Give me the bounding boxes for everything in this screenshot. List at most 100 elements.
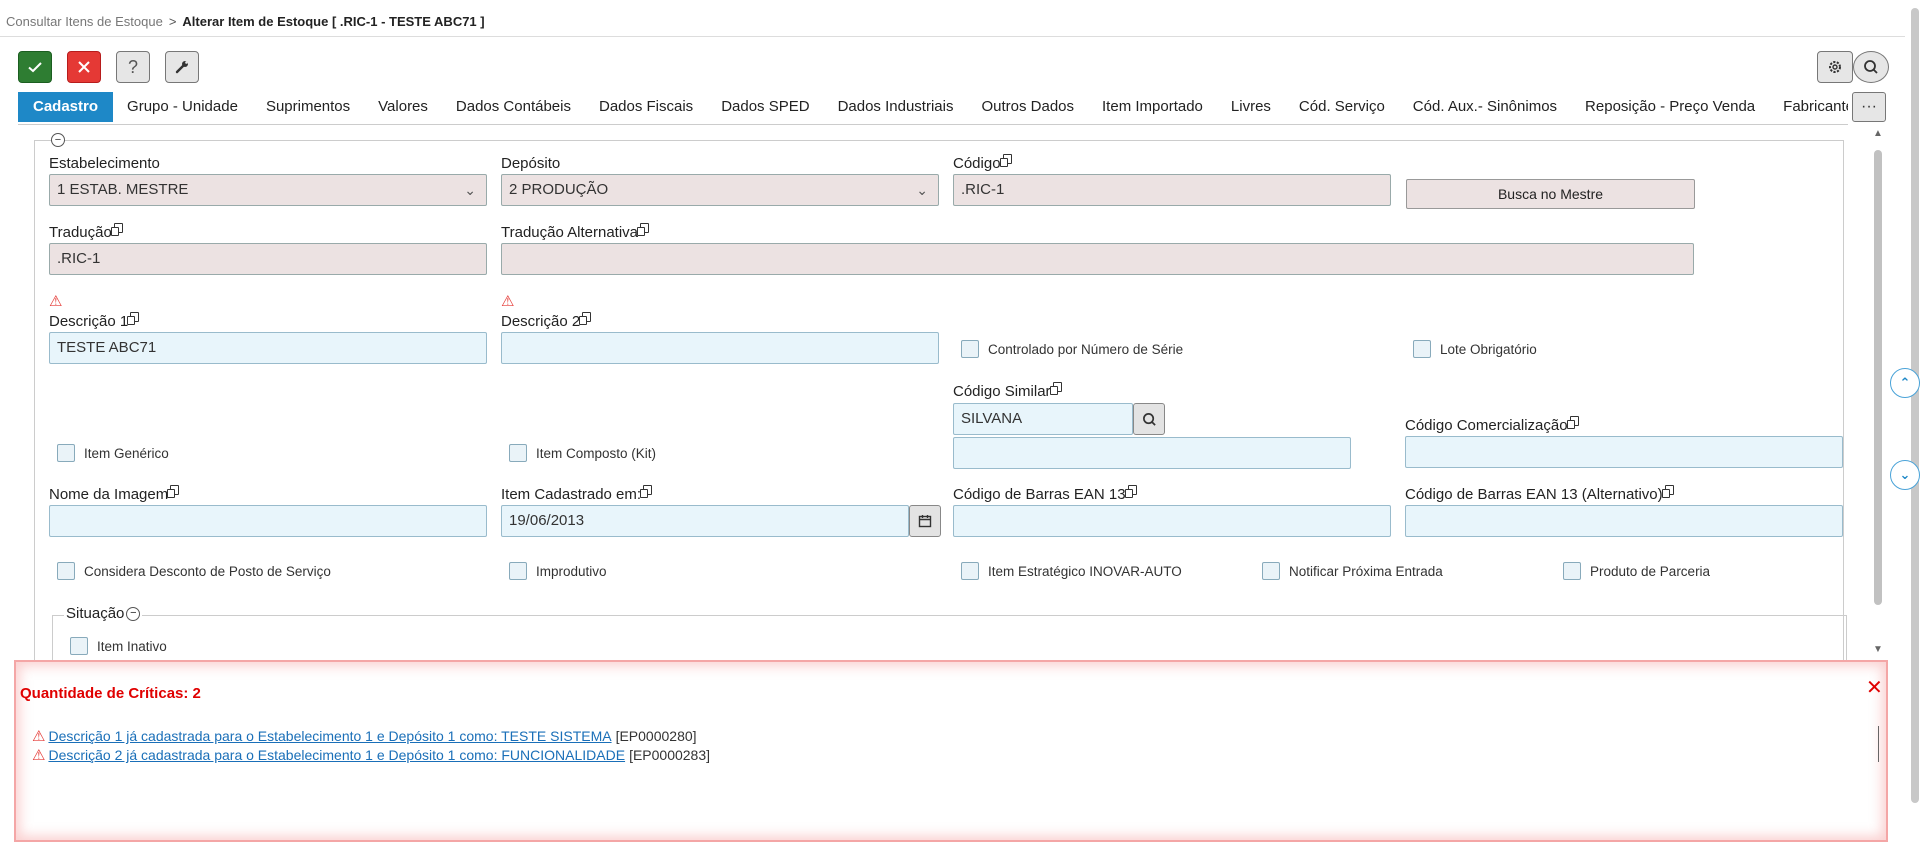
traducao-alternativa-field[interactable] [501,243,1694,275]
copy-icon[interactable] [167,485,180,498]
tabs-more-button[interactable]: ··· [1852,92,1886,122]
checkbox-box[interactable] [57,562,75,580]
copy-icon[interactable] [1661,485,1674,498]
codigo-similar-field[interactable]: SILVANA [953,403,1133,435]
copy-icon[interactable] [999,154,1012,167]
global-search-button[interactable] [1853,51,1889,83]
descricao2-field[interactable] [501,332,939,364]
traducao-field[interactable]: .RIC-1 [49,243,487,275]
considera-desconto-checkbox[interactable]: Considera Desconto de Posto de Serviço [57,562,331,580]
checkbox-box[interactable] [509,562,527,580]
critic-link[interactable]: Descrição 1 já cadastrada para o Estabel… [48,728,611,744]
double-chevron-up-icon: ⌃ [1899,375,1911,390]
copy-icon[interactable] [1566,416,1579,429]
confirm-button[interactable] [18,51,52,83]
collapse-situacao-icon[interactable]: − [126,606,141,621]
critic-item: ⚠ Descrição 1 já cadastrada para o Estab… [32,727,697,745]
critics-scroll-indicator [1878,726,1879,762]
traducao-alternativa-label: Tradução Alternativa [501,223,650,241]
critic-link[interactable]: Descrição 2 já cadastrada para o Estabel… [48,747,625,763]
ean13-label: Código de Barras EAN 13 [953,485,1137,503]
tab-cod-aux-sinonimos[interactable]: Cód. Aux.- Sinônimos [1399,92,1571,122]
tab-item-importado[interactable]: Item Importado [1088,92,1217,122]
codigo-comercializacao-field[interactable] [1405,436,1843,468]
tab-cod-servico[interactable]: Cód. Serviço [1285,92,1399,122]
checkbox-box[interactable] [57,444,75,462]
tab-grupo-unidade[interactable]: Grupo - Unidade [113,92,252,122]
close-critics-icon[interactable]: ✕ [1866,678,1883,698]
copy-icon[interactable] [637,223,650,236]
checkbox-label: Lote Obrigatório [1440,341,1537,357]
item-cadastrado-field[interactable]: 19/06/2013 [501,505,909,537]
copy-icon[interactable] [1049,382,1062,395]
scroll-up-arrow-icon[interactable]: ▲ [1872,128,1884,140]
collapse-section-icon[interactable]: − [51,133,65,147]
ean13-alternativo-field[interactable] [1405,505,1843,537]
tab-bar: Cadastro Grupo - Unidade Suprimentos Valore… [18,92,1848,125]
search-icon [1864,60,1878,74]
item-inativo-checkbox[interactable]: Item Inativo [70,637,167,655]
page-scrollbar-thumb[interactable] [1911,8,1919,803]
descricao1-field[interactable]: TESTE ABC71 [49,332,487,364]
codigo-similar-search-button[interactable] [1133,403,1165,435]
page-scrollbar[interactable] [1910,8,1920,838]
item-estrategico-checkbox[interactable]: Item Estratégico INOVAR-AUTO [961,562,1182,580]
ean13-field[interactable] [953,505,1391,537]
tab-valores[interactable]: Valores [364,92,442,122]
tab-dados-industriais[interactable]: Dados Industriais [824,92,968,122]
estabelecimento-select[interactable]: 1 ESTAB. MESTRE ⌄ [49,174,487,206]
controlado-serie-checkbox[interactable]: Controlado por Número de Série [961,340,1183,358]
gear-icon [1829,61,1841,73]
tab-livres[interactable]: Livres [1217,92,1285,122]
checkbox-box[interactable] [1413,340,1431,358]
codigo-similar-description-field[interactable] [953,437,1351,469]
ean13-alternativo-label: Código de Barras EAN 13 (Alternativo) [1405,485,1674,503]
tab-reposicao-preco-venda[interactable]: Reposição - Preço Venda [1571,92,1769,122]
search-icon [1142,412,1156,426]
tools-button[interactable] [165,51,199,83]
copy-icon[interactable] [640,485,653,498]
copy-icon[interactable] [1124,485,1137,498]
checkbox-box[interactable] [1563,562,1581,580]
checkbox-label: Improdutivo [536,563,607,579]
checkbox-label: Item Composto (Kit) [536,445,657,461]
nome-imagem-field[interactable] [49,505,487,537]
checkbox-box[interactable] [70,637,88,655]
item-generico-checkbox[interactable]: Item Genérico [57,444,169,462]
lote-obrigatorio-checkbox[interactable]: Lote Obrigatório [1413,340,1537,358]
double-chevron-down-icon: ⌄ [1899,467,1911,482]
tab-suprimentos[interactable]: Suprimentos [252,92,364,122]
scroll-down-arrow-icon[interactable]: ▼ [1872,644,1884,656]
codigo-field[interactable]: .RIC-1 [953,174,1391,206]
deposito-select[interactable]: 2 PRODUÇÃO ⌄ [501,174,939,206]
scrollbar-thumb[interactable] [1874,150,1882,605]
checkbox-box[interactable] [1262,562,1280,580]
improdutivo-checkbox[interactable]: Improdutivo [509,562,607,580]
scroll-top-button[interactable]: ⌃ [1890,368,1920,398]
date-picker-button[interactable] [909,505,941,537]
notificar-entrada-checkbox[interactable]: Notificar Próxima Entrada [1262,562,1443,580]
copy-icon[interactable] [579,312,592,325]
breadcrumb-current: Alterar Item de Estoque [ .RIC-1 - TESTE… [182,14,485,29]
help-button[interactable]: ? [116,51,150,83]
tab-dados-fiscais[interactable]: Dados Fiscais [585,92,707,122]
form-scrollbar[interactable]: ▲ ▼ [1872,128,1884,658]
settings-button[interactable] [1817,51,1853,83]
cancel-button[interactable] [67,51,101,83]
busca-mestre-button[interactable]: Busca no Mestre [1406,179,1695,209]
tab-fabricante-referencia[interactable]: Fabricante X Referência [1769,92,1848,122]
copy-icon[interactable] [127,312,140,325]
tab-dados-contabeis[interactable]: Dados Contábeis [442,92,585,122]
checkbox-box[interactable] [961,340,979,358]
produto-parceria-checkbox[interactable]: Produto de Parceria [1563,562,1710,580]
breadcrumb-parent-link[interactable]: Consultar Itens de Estoque [6,14,163,29]
copy-icon[interactable] [110,223,123,236]
tab-outros-dados[interactable]: Outros Dados [967,92,1088,122]
item-composto-checkbox[interactable]: Item Composto (Kit) [509,444,656,462]
tab-dados-sped[interactable]: Dados SPED [707,92,823,122]
scroll-bottom-button[interactable]: ⌄ [1890,460,1920,490]
checkbox-box[interactable] [509,444,527,462]
tab-cadastro[interactable]: Cadastro [18,92,114,122]
checkbox-label: Controlado por Número de Série [988,341,1184,357]
checkbox-box[interactable] [961,562,979,580]
